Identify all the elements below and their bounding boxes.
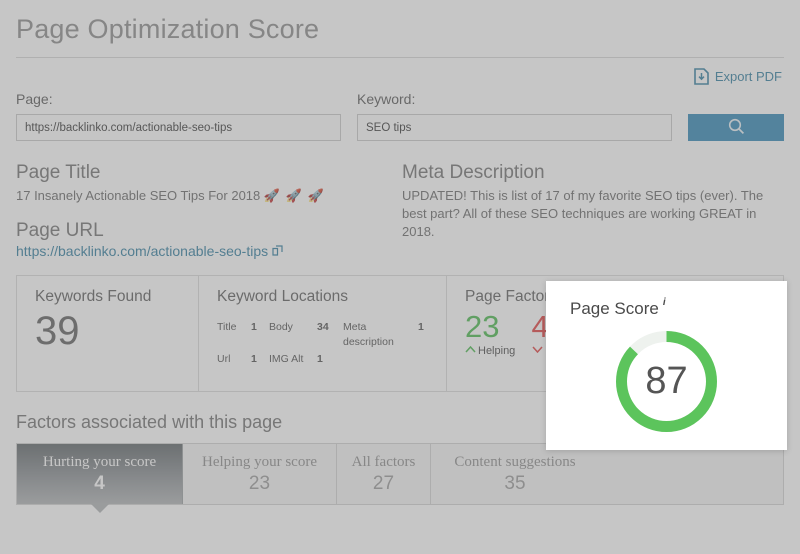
loc-label: Meta description [343, 320, 418, 350]
page-overview: Page Title 17 Insanely Actionable SEO Ti… [16, 141, 784, 261]
external-link-icon [272, 243, 283, 259]
card-keywords-found: Keywords Found 39 [17, 276, 199, 391]
helping-label: Helping [478, 345, 515, 357]
page-title: Page Optimization Score [16, 0, 784, 57]
keyword-locations-title: Keyword Locations [217, 288, 432, 306]
loc-label: Url [217, 352, 251, 367]
meta-description-value: UPDATED! This is list of 17 of my favori… [402, 185, 784, 241]
page-url-link[interactable]: https://backlinko.com/actionable-seo-tip… [16, 243, 283, 259]
export-pdf-button[interactable]: Export PDF [694, 68, 782, 85]
keyword-locations-grid: Title 1 Body 34 Meta description 1 Url 1… [217, 306, 432, 367]
factors-tabs: Hurting your score 4 Helping your score … [16, 443, 784, 505]
chevron-up-icon [465, 345, 476, 357]
tab-label: All factors [352, 453, 416, 472]
tab-count: 23 [249, 472, 270, 495]
export-pdf-label: Export PDF [715, 69, 782, 84]
page-title-heading: Page Title [16, 161, 402, 185]
tab-count: 27 [373, 472, 394, 495]
download-document-icon [694, 68, 709, 85]
tab-label: Helping your score [202, 453, 317, 472]
page-field-group: Page: [16, 91, 341, 141]
tab-content-suggestions[interactable]: Content suggestions 35 [431, 444, 599, 504]
loc-value: 34 [317, 320, 343, 350]
search-form: Page: Keyword: [16, 89, 784, 141]
page-field-label: Page: [16, 91, 341, 107]
keyword-field-label: Keyword: [357, 91, 672, 107]
page-score-value: 87 [610, 325, 723, 438]
tab-helping-your-score[interactable]: Helping your score 23 [183, 444, 337, 504]
tab-hurting-your-score[interactable]: Hurting your score 4 [17, 444, 183, 504]
page-url-block: Page URL https://backlinko.com/actionabl… [16, 205, 402, 261]
loc-value: 1 [418, 320, 432, 350]
page-title-value: 17 Insanely Actionable SEO Tips For 2018… [16, 185, 402, 205]
search-icon [728, 118, 745, 138]
tab-count: 35 [504, 472, 525, 495]
rocket-icon: 🚀 🚀 🚀 [264, 188, 325, 203]
keyword-field-group: Keyword: [357, 91, 672, 141]
export-row: Export PDF [16, 58, 784, 89]
loc-value: 1 [317, 352, 343, 367]
info-icon[interactable]: i [663, 297, 666, 308]
search-button[interactable] [688, 114, 784, 141]
meta-description-heading: Meta Description [402, 161, 784, 185]
loc-label: Body [269, 320, 317, 350]
page-score-donut: 87 [610, 325, 723, 438]
tab-count: 4 [94, 472, 105, 495]
loc-label [343, 352, 418, 367]
loc-value: 1 [251, 352, 269, 367]
tab-label: Content suggestions [454, 453, 575, 472]
keyword-input[interactable] [357, 114, 672, 141]
page-root: Page Optimization Score Export PDF Page:… [0, 0, 800, 554]
page-score-title: Page Score [570, 299, 659, 319]
tab-label: Hurting your score [43, 453, 156, 472]
page-score-title-group: Page Score i [546, 299, 666, 319]
keywords-found-title: Keywords Found [35, 288, 184, 306]
page-score-modal: Page Score i 87 [546, 281, 787, 450]
page-url-heading: Page URL [16, 219, 402, 243]
loc-value [418, 352, 432, 367]
active-tab-pointer-icon [90, 503, 110, 513]
page-title-text: 17 Insanely Actionable SEO Tips For 2018 [16, 188, 260, 203]
loc-value: 1 [251, 320, 269, 350]
tab-all-factors[interactable]: All factors 27 [337, 444, 431, 504]
loc-label: Title [217, 320, 251, 350]
meta-description-column: Meta Description UPDATED! This is list o… [402, 161, 784, 261]
loc-label: IMG Alt [269, 352, 317, 367]
helping-label-group: Helping [465, 345, 515, 357]
page-title-column: Page Title 17 Insanely Actionable SEO Ti… [16, 161, 402, 261]
chevron-down-icon [532, 345, 543, 357]
keywords-found-value: 39 [35, 306, 184, 354]
page-url-text: https://backlinko.com/actionable-seo-tip… [16, 243, 268, 259]
helping-count: 23 [465, 307, 499, 347]
page-input[interactable] [16, 114, 341, 141]
card-keyword-locations: Keyword Locations Title 1 Body 34 Meta d… [199, 276, 447, 391]
